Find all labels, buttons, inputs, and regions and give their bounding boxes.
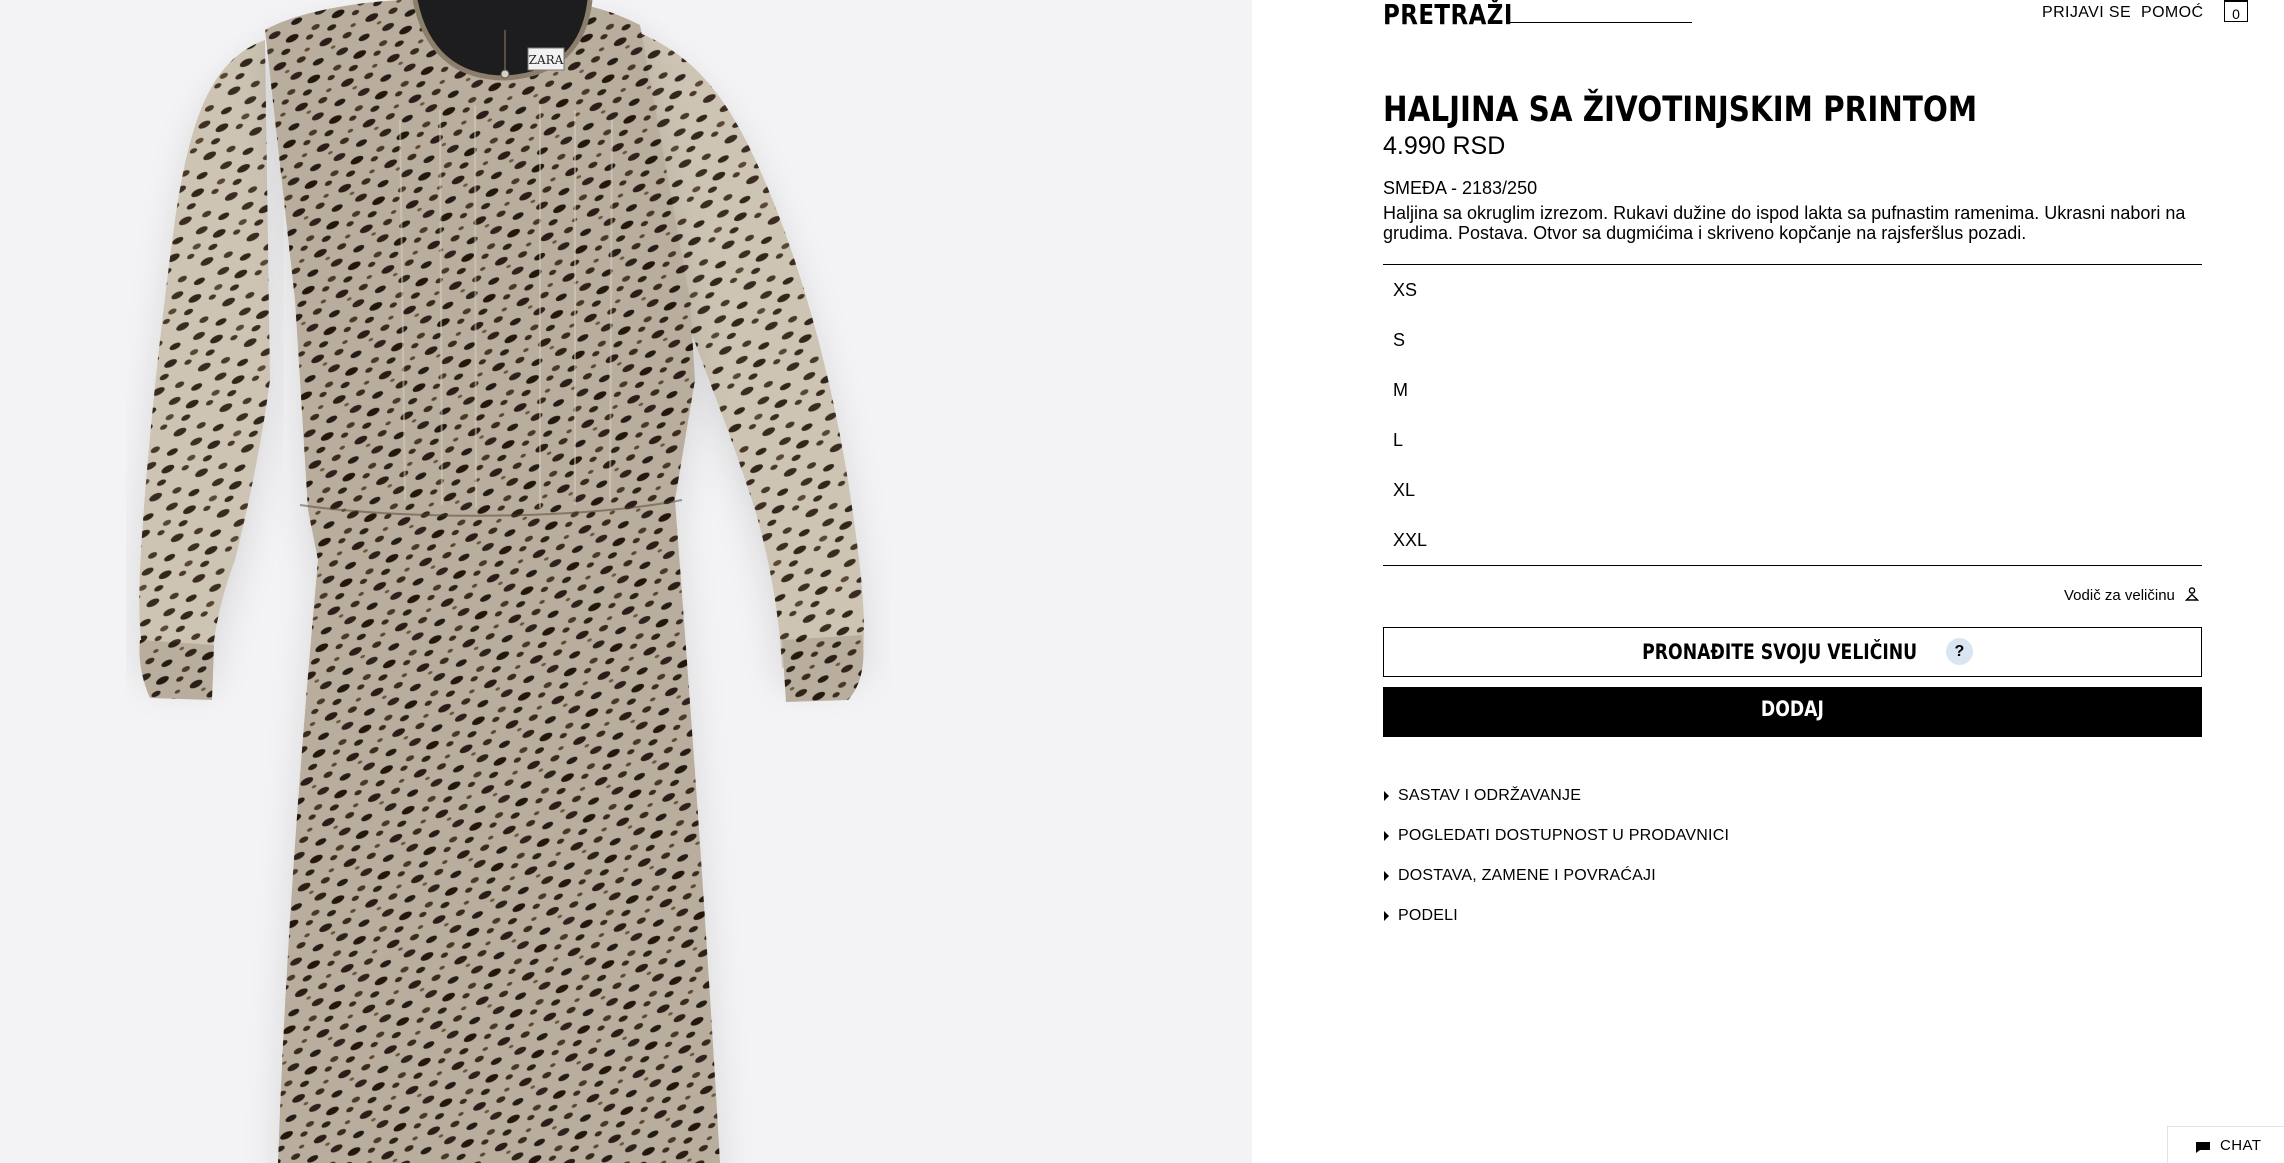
product-description: Haljina sa okruglim izrezom. Rukavi duži… xyxy=(1383,203,2186,243)
cart-icon[interactable]: 0 xyxy=(2224,0,2248,22)
add-button-label: DODAJ xyxy=(1761,697,1824,721)
search-link[interactable]: PRETRAŽI xyxy=(1383,0,1513,31)
accordion-label: SASTAV I ODRŽAVANJE xyxy=(1398,787,1582,804)
caret-right-icon xyxy=(1384,831,1389,841)
accordion-delivery-returns[interactable]: DOSTAVA, ZAMENE I POVRAĆAJI xyxy=(1383,864,2202,904)
chat-label: CHAT xyxy=(2220,1137,2262,1154)
product-details-accordion: SASTAV I ODRŽAVANJE POGLEDATI DOSTUPNOST… xyxy=(1383,784,2202,944)
cart-count: 0 xyxy=(2232,6,2240,22)
size-guide-link[interactable]: Vodič za veličinu xyxy=(2064,587,2200,604)
caret-right-icon xyxy=(1384,911,1389,921)
accordion-store-availability[interactable]: POGLEDATI DOSTUPNOST U PRODAVNICI xyxy=(1383,824,2202,864)
accordion-composition-care[interactable]: SASTAV I ODRŽAVANJE xyxy=(1383,784,2202,824)
chat-bubble-icon xyxy=(2196,1142,2210,1153)
caret-right-icon xyxy=(1384,871,1389,881)
accordion-share[interactable]: PODELI xyxy=(1383,904,2202,944)
size-option-l[interactable]: L xyxy=(1383,420,2202,460)
find-size-label: PRONAĐITE SVOJU VELIČINU xyxy=(1642,639,1918,664)
add-to-cart-button[interactable]: DODAJ xyxy=(1383,687,2202,737)
size-guide-label: Vodič za veličinu xyxy=(2064,587,2175,604)
product-title: HALJINA SA ŽIVOTINJSKIM PRINTOM xyxy=(1383,90,1978,130)
brand-tag: ZARA xyxy=(529,53,564,67)
help-link[interactable]: POMOĆ xyxy=(2141,4,2203,22)
size-option-xxl[interactable]: XXL xyxy=(1383,520,2202,560)
chat-button[interactable]: CHAT xyxy=(2167,1126,2284,1163)
accordion-label: POGLEDATI DOSTUPNOST U PRODAVNICI xyxy=(1398,827,1730,844)
login-link[interactable]: PRIJAVI SE xyxy=(2042,4,2131,22)
product-price: 4.990 RSD xyxy=(1383,132,1506,160)
size-option-s[interactable]: S xyxy=(1383,320,2202,360)
find-your-size-button[interactable]: PRONAĐITE SVOJU VELIČINU ? xyxy=(1383,627,2202,677)
size-option-xs[interactable]: XS xyxy=(1383,270,2202,310)
size-option-m[interactable]: M xyxy=(1383,370,2202,410)
size-option-xl[interactable]: XL xyxy=(1383,470,2202,510)
accordion-label: PODELI xyxy=(1398,907,1458,924)
accordion-label: DOSTAVA, ZAMENE I POVRAĆAJI xyxy=(1398,867,1656,884)
product-color-ref: SMEĐA - 2183/250 xyxy=(1383,178,1538,198)
help-question-icon[interactable]: ? xyxy=(1945,638,1973,665)
person-icon xyxy=(2185,587,2200,601)
product-image[interactable]: ZARA xyxy=(0,0,1252,1163)
dress-illustration: ZARA xyxy=(139,0,865,1163)
search-underline[interactable] xyxy=(1508,22,1692,23)
caret-right-icon xyxy=(1384,791,1389,801)
size-selector: XS S M L XL XXL xyxy=(1383,264,2202,566)
